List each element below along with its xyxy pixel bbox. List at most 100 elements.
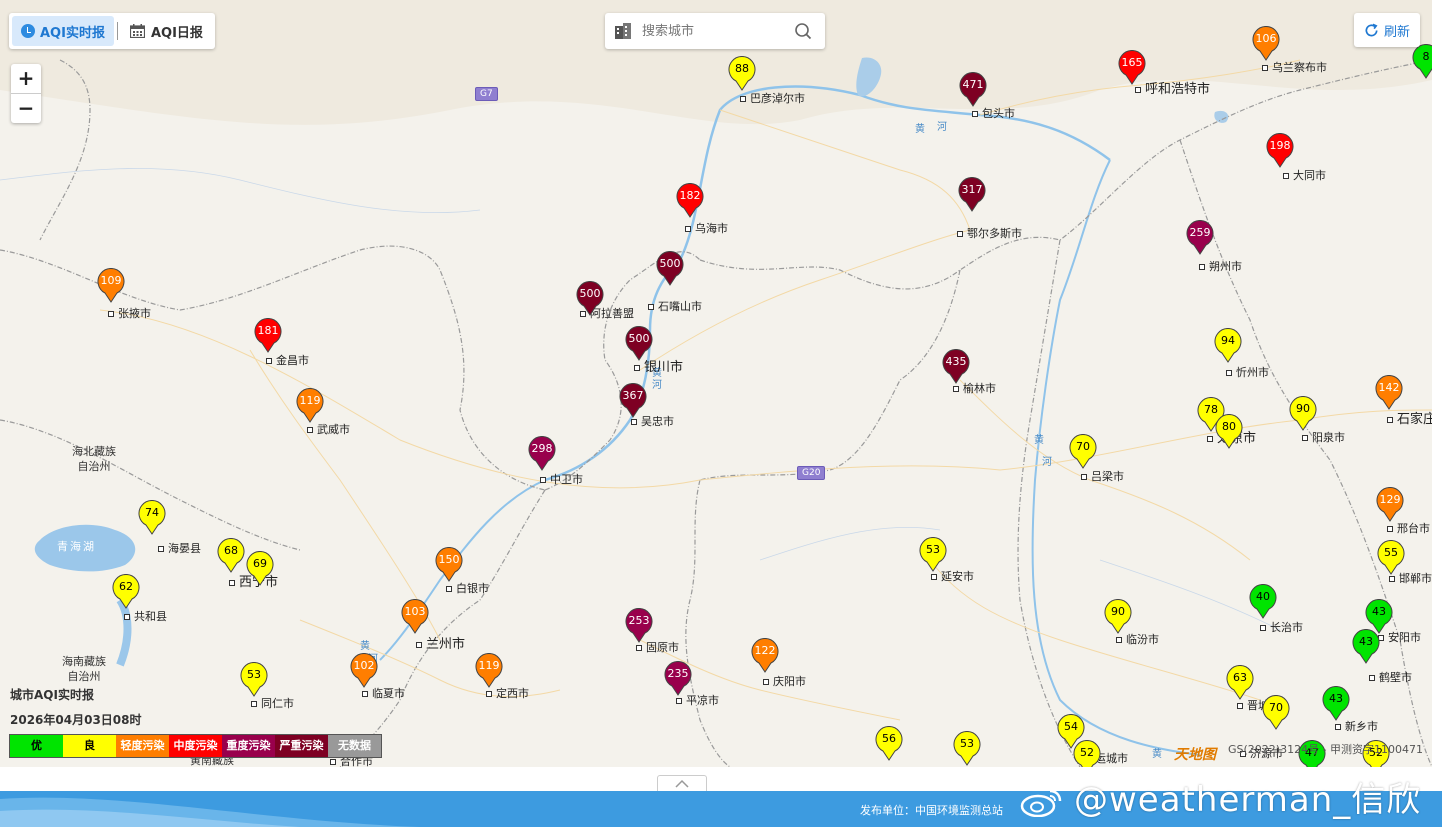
city-label[interactable]: 朔州市 (1199, 258, 1242, 274)
aqi-value: 52 (1080, 746, 1094, 759)
city-label[interactable]: 乌海市 (685, 220, 728, 236)
map-canvas[interactable]: G7 G20 黄 河 黄 河 黄 河 黄 河 黄 青海湖 海北藏族自治州 海南藏… (0, 0, 1432, 767)
river-label: 河 (652, 380, 662, 391)
aqi-marker[interactable]: 129 (1375, 487, 1405, 523)
zoom-in-button[interactable]: + (11, 64, 41, 93)
aqi-marker[interactable]: 198 (1265, 133, 1295, 169)
city-label[interactable]: 巴彦淖尔市 (740, 90, 805, 106)
aqi-marker[interactable]: 235 (663, 661, 693, 697)
aqi-value: 94 (1221, 334, 1235, 347)
aqi-marker[interactable]: 69 (245, 551, 275, 587)
aqi-marker[interactable]: 259 (1185, 220, 1215, 256)
aqi-value: 182 (679, 189, 701, 202)
aqi-marker[interactable]: 150 (434, 547, 464, 583)
city-label[interactable]: 张掖市 (108, 305, 151, 321)
aqi-value: 70 (1269, 701, 1283, 714)
tab-aqi-daily[interactable]: AQI日报 (121, 16, 212, 46)
aqi-marker[interactable]: 40 (1248, 584, 1278, 620)
aqi-value: 165 (1121, 56, 1143, 69)
aqi-value: 53 (926, 543, 940, 556)
legend-timestamp: 2026年04月03日08时 (10, 713, 142, 727)
aqi-marker[interactable]: 122 (750, 638, 780, 674)
city-label[interactable]: 大同市 (1283, 167, 1326, 183)
aqi-marker[interactable]: 80 (1214, 414, 1244, 450)
aqi-marker[interactable]: 298 (527, 436, 557, 472)
aqi-value: 367 (622, 389, 644, 402)
city-search-box (605, 13, 825, 49)
aqi-marker[interactable]: 53 (239, 662, 269, 698)
aqi-marker[interactable]: 68 (216, 538, 246, 574)
refresh-icon (1365, 23, 1378, 36)
aqi-marker[interactable]: 106 (1251, 26, 1281, 62)
aqi-marker[interactable]: 70 (1261, 695, 1291, 731)
aqi-marker[interactable]: 103 (400, 599, 430, 635)
aqi-marker[interactable]: 90 (1288, 396, 1318, 432)
map-copyright: GS(2022)3124号 - 甲测资字1100471 (1228, 743, 1424, 756)
aqi-marker[interactable]: 182 (675, 183, 705, 219)
aqi-marker[interactable]: 142 (1374, 375, 1404, 411)
city-label[interactable]: 长治市 (1260, 619, 1303, 635)
aqi-marker[interactable]: 109 (96, 268, 126, 304)
aqi-marker[interactable]: 500 (624, 326, 654, 362)
search-input[interactable] (640, 22, 784, 40)
aqi-marker[interactable]: 56 (874, 726, 904, 762)
city-label[interactable]: 石嘴山市 (648, 298, 702, 314)
aqi-marker[interactable]: 500 (575, 281, 605, 317)
search-icon[interactable] (794, 22, 812, 40)
region-label-haibei: 海北藏族 自治州 (72, 445, 116, 473)
aqi-value: 102 (353, 659, 375, 672)
aqi-marker[interactable]: 471 (958, 72, 988, 108)
aqi-marker[interactable]: 43 (1321, 686, 1351, 722)
aqi-marker[interactable]: 253 (624, 608, 654, 644)
aqi-value: 80 (1222, 420, 1236, 433)
aqi-marker[interactable]: 62 (111, 574, 141, 610)
city-label[interactable]: 兰州市 (416, 633, 465, 652)
city-label[interactable]: 鹤壁市 (1369, 669, 1412, 685)
aqi-marker[interactable]: 102 (349, 653, 379, 689)
aqi-marker[interactable]: 317 (957, 177, 987, 213)
aqi-marker[interactable]: 90 (1103, 599, 1133, 635)
aqi-marker[interactable]: 8 (1411, 44, 1432, 80)
aqi-marker[interactable]: 53 (918, 537, 948, 573)
city-label[interactable]: 吕梁市 (1081, 468, 1124, 484)
aqi-marker[interactable]: 70 (1068, 434, 1098, 470)
aqi-value: 500 (628, 332, 650, 345)
aqi-marker[interactable]: 119 (474, 653, 504, 689)
aqi-marker[interactable]: 181 (253, 318, 283, 354)
aqi-marker[interactable]: 435 (941, 349, 971, 385)
aqi-value: 435 (945, 355, 967, 368)
river-label: 河 (937, 122, 947, 133)
city-label[interactable]: 金昌市 (266, 352, 309, 368)
aqi-marker[interactable]: 119 (295, 388, 325, 424)
aqi-marker[interactable]: 52 (1072, 740, 1102, 767)
river-label: 黄 (1034, 435, 1044, 446)
aqi-marker[interactable]: 63 (1225, 665, 1255, 701)
aqi-marker[interactable]: 94 (1213, 328, 1243, 364)
aqi-marker[interactable]: 53 (952, 731, 982, 767)
panel-toggle-button[interactable] (657, 775, 707, 792)
city-label[interactable]: 海晏县 (158, 540, 201, 556)
city-label[interactable]: 中卫市 (540, 471, 583, 487)
aqi-value: 40 (1256, 590, 1270, 603)
tab-aqi-realtime[interactable]: AQI实时报 (12, 16, 114, 46)
aqi-marker[interactable]: 43 (1351, 629, 1381, 665)
weibo-icon (1020, 789, 1062, 817)
aqi-marker[interactable]: 74 (137, 500, 167, 536)
aqi-marker[interactable]: 500 (655, 251, 685, 287)
zoom-out-button[interactable]: − (11, 93, 41, 123)
aqi-marker[interactable]: 165 (1117, 50, 1147, 86)
aqi-value: 106 (1255, 32, 1277, 45)
aqi-value: 8 (1422, 50, 1430, 63)
aqi-value: 119 (478, 659, 500, 672)
aqi-value: 198 (1269, 139, 1291, 152)
aqi-marker[interactable]: 367 (618, 383, 648, 419)
legend-item: 中度污染 (169, 735, 222, 757)
city-label[interactable]: 共和县 (124, 608, 167, 624)
refresh-button[interactable]: 刷新 (1354, 13, 1420, 47)
city-label[interactable]: 庆阳市 (763, 673, 806, 689)
city-label[interactable]: 忻州市 (1226, 364, 1269, 380)
aqi-value: 181 (257, 324, 279, 337)
aqi-marker[interactable]: 88 (727, 56, 757, 92)
aqi-marker[interactable]: 55 (1376, 540, 1406, 576)
city-label[interactable]: 鄂尔多斯市 (957, 225, 1022, 241)
